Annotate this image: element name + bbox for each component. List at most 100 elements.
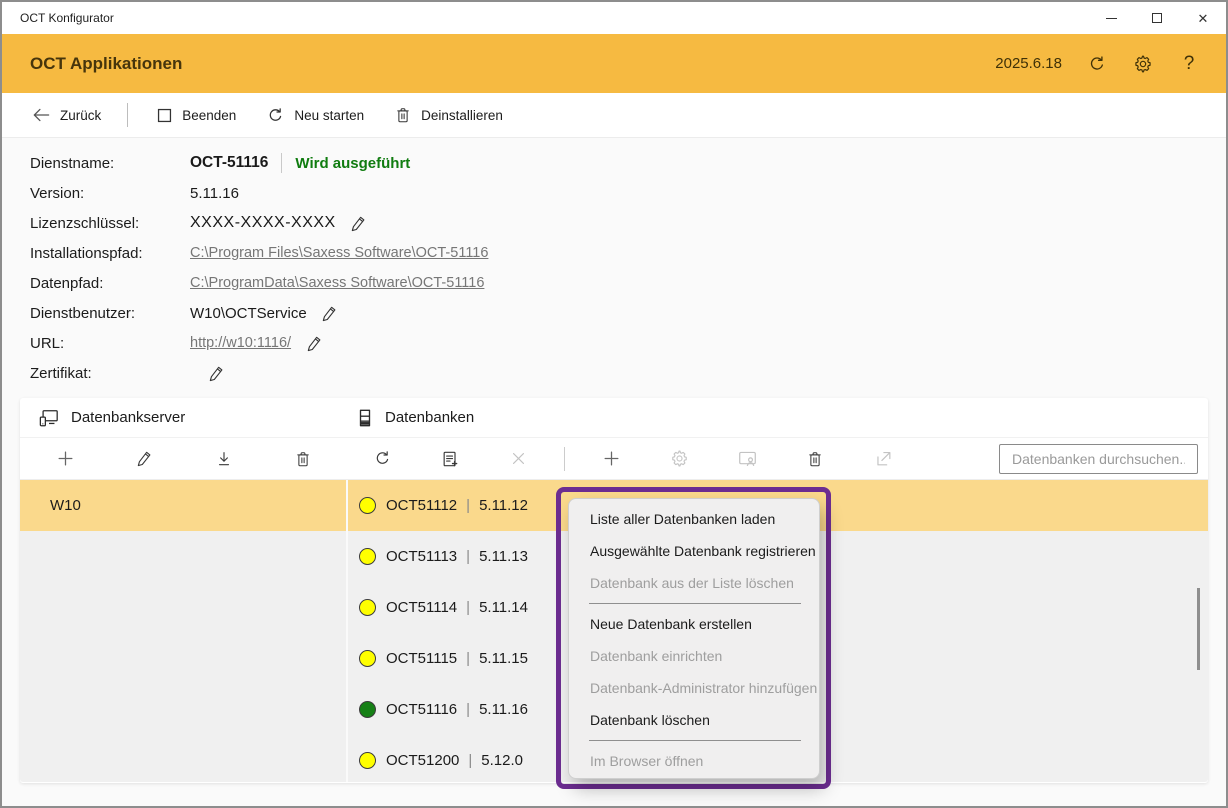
load-database-list-button[interactable] (416, 442, 484, 476)
database-version: 5.11.16 (479, 701, 528, 718)
data-path-link[interactable]: C:\ProgramData\Saxess Software\OCT-51116 (190, 275, 484, 291)
add-server-button[interactable] (31, 442, 99, 476)
field-row-datenpfad: Datenpfad: C:\ProgramData\Saxess Softwar… (30, 268, 488, 298)
server-panel-header: Datenbankserver (20, 408, 348, 428)
databases-panel-title: Datenbanken (385, 409, 474, 426)
delete-database-button[interactable] (781, 442, 849, 476)
value-separator (281, 153, 282, 173)
delete-icon (294, 450, 312, 468)
edit-service-user-button[interactable] (319, 302, 341, 324)
server-toolbar (20, 442, 348, 476)
database-name: OCT51200 (386, 752, 459, 769)
refresh-databases-button[interactable] (348, 442, 416, 476)
menu-item-create-database[interactable]: Neue Datenbank erstellen (569, 608, 819, 640)
database-name: OCT51116 (386, 701, 457, 718)
status-dot (359, 599, 376, 616)
install-path-link[interactable]: C:\Program Files\Saxess Software\OCT-511… (190, 245, 488, 261)
maximize-button[interactable] (1134, 2, 1180, 34)
minimize-icon (1106, 18, 1117, 19)
menu-item-setup-database: Datenbank einrichten (569, 640, 819, 672)
minimize-button[interactable] (1088, 2, 1134, 34)
uninstall-button[interactable]: Deinstallieren (394, 106, 503, 124)
menu-item-delete-database[interactable]: Datenbank löschen (569, 704, 819, 736)
download-server-button[interactable] (190, 442, 258, 476)
help-button[interactable]: ? (1178, 53, 1200, 75)
field-row-dienstbenutzer: Dienstbenutzer: W10\OCTService (30, 298, 488, 328)
status-dot (359, 752, 376, 769)
remove-database-from-list-button (484, 442, 552, 476)
remove-icon (510, 450, 527, 467)
database-version: 5.11.12 (479, 497, 528, 514)
close-icon: ✕ (1198, 12, 1209, 25)
close-button[interactable]: ✕ (1180, 2, 1226, 34)
service-info: Dienstname: OCT-51116 Wird ausgeführt Ve… (30, 148, 488, 388)
edit-icon (349, 214, 368, 233)
menu-item-register-selected-database[interactable]: Ausgewählte Datenbank registrieren (569, 535, 819, 567)
restart-icon (266, 106, 285, 125)
register-list-icon (440, 449, 460, 469)
service-url-link[interactable]: http://w10:1116/ (190, 335, 291, 351)
action-bar: Zurück Beenden Neu starten Deinstalliere… (2, 93, 1226, 138)
edit-icon (305, 334, 324, 353)
actionbar-separator (127, 103, 128, 127)
server-list: W10 (20, 480, 348, 782)
menu-separator (589, 740, 801, 741)
back-icon (32, 107, 51, 123)
field-label: Version: (30, 185, 190, 202)
version-date: 2025.6.18 (995, 55, 1062, 72)
name-version-separator: | (466, 650, 470, 667)
setup-database-button (645, 442, 713, 476)
license-key: XXXX-XXXX-XXXX (190, 214, 336, 232)
context-menu-highlight: Liste aller Datenbanken laden Ausgewählt… (556, 487, 831, 789)
toolbar-separator (564, 447, 565, 471)
scrollbar-thumb[interactable] (1197, 588, 1200, 670)
add-icon (602, 449, 621, 468)
status-dot (359, 497, 376, 514)
databases-panel-header: Datenbanken (348, 408, 1208, 428)
database-search-input[interactable] (999, 444, 1198, 474)
database-version: 5.11.13 (479, 548, 528, 565)
restart-label: Neu starten (294, 108, 364, 123)
status-dot (359, 701, 376, 718)
restart-service-button[interactable]: Neu starten (266, 106, 364, 125)
edit-certificate-button[interactable] (205, 362, 227, 384)
admin-icon (737, 449, 758, 468)
edit-server-button[interactable] (110, 442, 178, 476)
edit-url-button[interactable] (303, 332, 325, 354)
database-version: 5.11.15 (479, 650, 528, 667)
edit-license-button[interactable] (348, 212, 370, 234)
refresh-icon (1087, 54, 1107, 74)
field-label: Installationspfad: (30, 245, 190, 262)
field-label: Datenpfad: (30, 275, 190, 292)
settings-button[interactable] (1132, 53, 1154, 75)
menu-separator (589, 603, 801, 604)
open-in-browser-button (849, 442, 917, 476)
download-icon (215, 450, 233, 468)
name-version-separator: | (466, 497, 470, 514)
field-row-url: URL: http://w10:1116/ (30, 328, 488, 358)
header-actions: 2025.6.18 ? (995, 53, 1200, 75)
service-user: W10\OCTService (190, 305, 307, 322)
menu-item-load-database-list[interactable]: Liste aller Datenbanken laden (569, 503, 819, 535)
stop-service-button[interactable]: Beenden (156, 107, 236, 124)
create-database-button[interactable] (577, 442, 645, 476)
panel-toolbars (20, 438, 1208, 480)
app-window: OCT Konfigurator ✕ OCT Applikationen 202… (0, 0, 1228, 808)
server-row[interactable]: W10 (20, 480, 346, 531)
refresh-button[interactable] (1086, 53, 1108, 75)
field-label: Dienstbenutzer: (30, 305, 190, 322)
service-status: Wird ausgeführt (295, 155, 410, 172)
delete-server-button[interactable] (269, 442, 337, 476)
name-version-separator: | (466, 701, 470, 718)
back-button[interactable]: Zurück (32, 107, 101, 123)
stop-label: Beenden (182, 108, 236, 123)
help-icon: ? (1184, 53, 1195, 75)
gear-icon (670, 449, 689, 468)
name-version-separator: | (468, 752, 472, 769)
menu-item-remove-database-from-list: Datenbank aus der Liste löschen (569, 567, 819, 599)
add-icon (56, 449, 75, 468)
window-title: OCT Konfigurator (20, 11, 114, 25)
gear-icon (1133, 54, 1153, 74)
service-name: OCT-51116 (190, 154, 268, 172)
database-version: 5.11.14 (479, 599, 528, 616)
